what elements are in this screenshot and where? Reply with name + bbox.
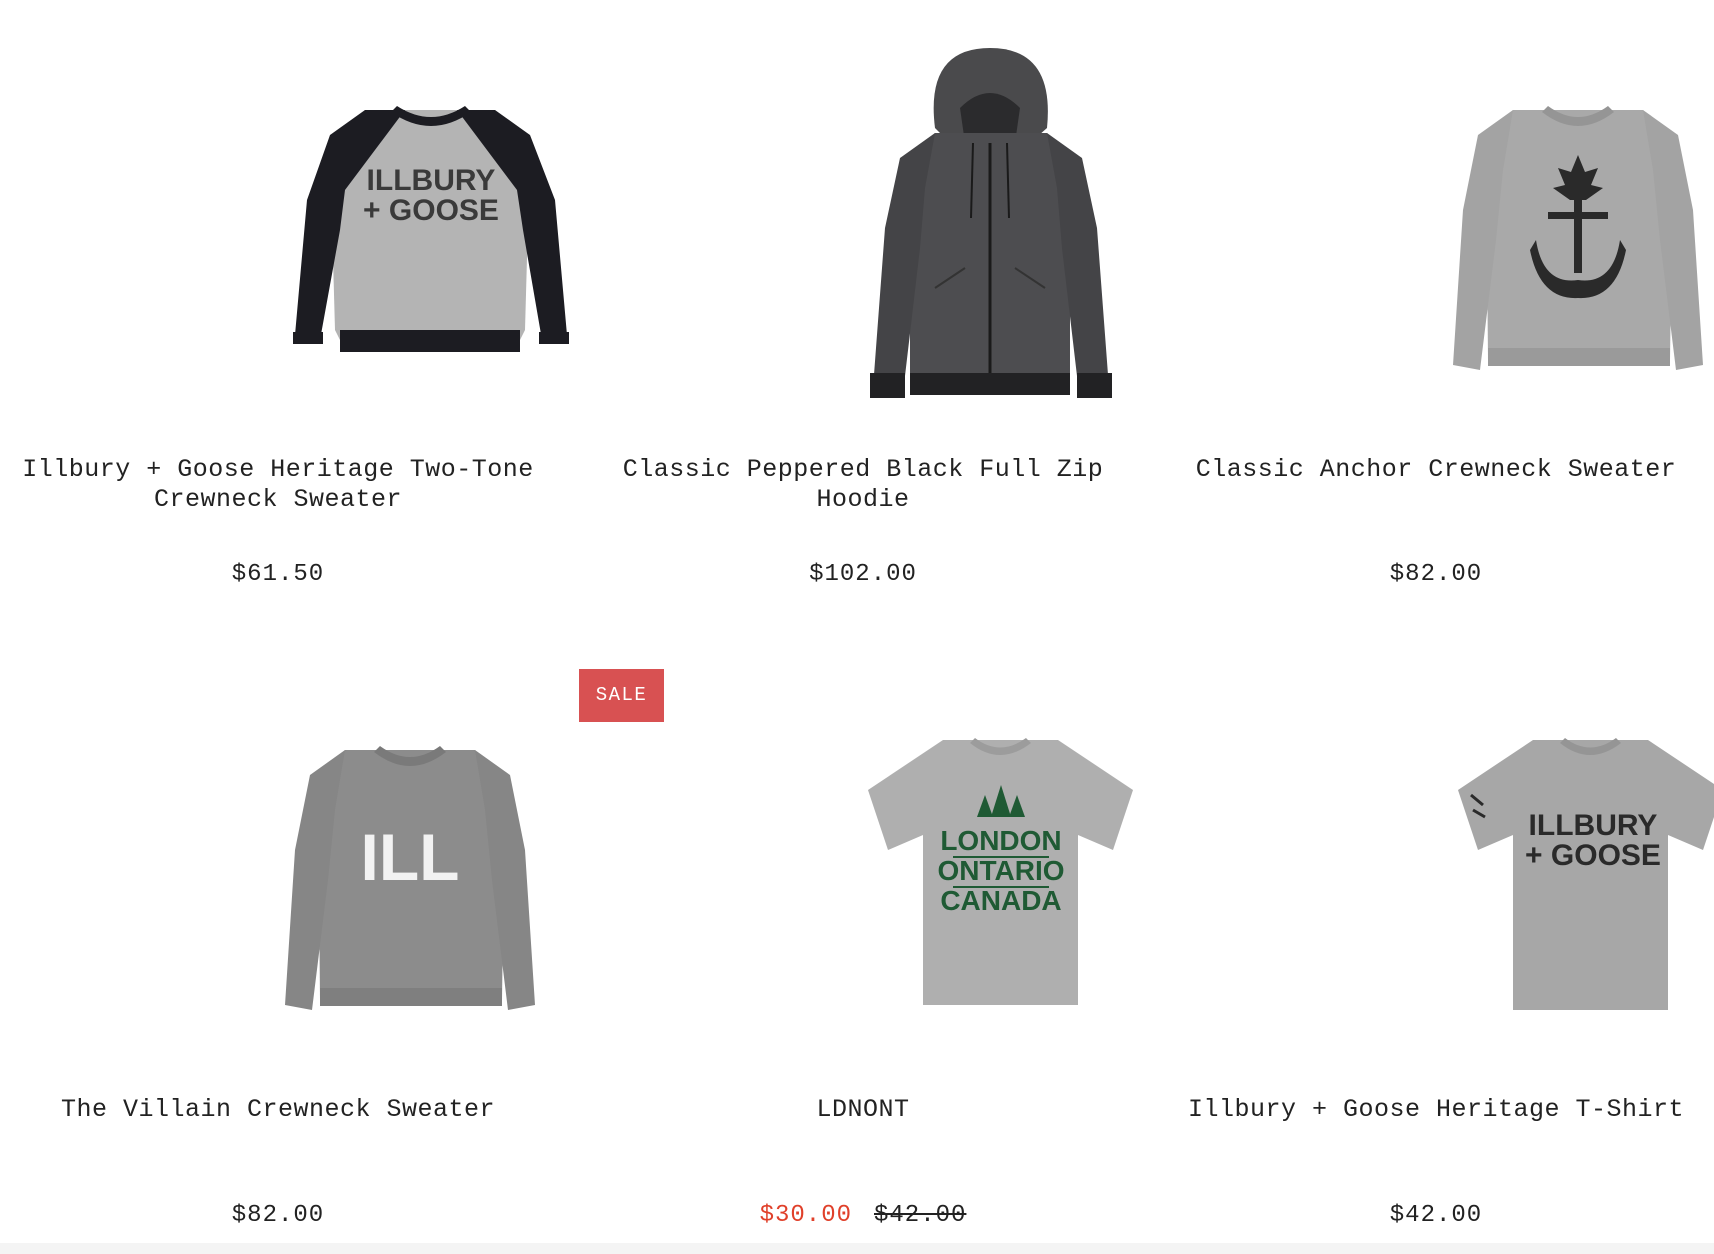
heritage-tshirt-icon: ILLBURY + GOOSE [1457, 738, 1714, 1010]
product-card[interactable]: ILLBURY + GOOSE Illbury + Goose Heritage… [0, 0, 569, 600]
product-card[interactable]: ILL The Villain Crewneck Sweater $82.00 [0, 640, 556, 1240]
print-line-1: ILLBURY [1528, 809, 1657, 842]
product-title[interactable]: LDNONT [585, 1095, 1141, 1125]
product-image[interactable] [740, 48, 1112, 408]
sale-price: $30.00 [759, 1202, 852, 1229]
anchor-sweater-icon [1453, 106, 1703, 370]
product-image[interactable]: ILLBURY + GOOSE [1315, 735, 1714, 1015]
product-image[interactable]: LONDON ONTARIO CANADA [725, 735, 1133, 1015]
product-title[interactable]: Illbury + Goose Heritage T-Shirt [1158, 1095, 1714, 1125]
zip-hoodie-icon [870, 48, 1112, 398]
product-image[interactable]: ILLBURY + GOOSE [140, 80, 569, 380]
product-card[interactable]: LONDON ONTARIO CANADA LDNONT $30.00 $42.0… [585, 640, 1141, 1240]
product-title[interactable]: Classic Peppered Black Full Zip Hoodie [605, 455, 1121, 515]
print-line-1: ILL [361, 820, 460, 894]
print-line-2: + GOOSE [363, 194, 499, 227]
product-image[interactable]: ILL [150, 740, 535, 1025]
product-card[interactable]: Classic Anchor Crewneck Sweater $82.00 [1158, 0, 1714, 600]
original-price: $42.00 [874, 1202, 967, 1229]
product-title[interactable]: Classic Anchor Crewneck Sweater [1158, 455, 1714, 485]
product-image[interactable] [1318, 100, 1703, 385]
page-bottom-edge [0, 1243, 1714, 1254]
product-price: $82.00 [1389, 561, 1483, 588]
print-line-3: CANADA [940, 885, 1061, 916]
product-card[interactable]: Classic Peppered Black Full Zip Hoodie $… [585, 0, 1141, 600]
print-line-1: ILLBURY [367, 164, 496, 197]
ill-sweater-icon: ILL [285, 746, 535, 1010]
product-card[interactable]: ILLBURY + GOOSE Illbury + Goose Heritage… [1158, 640, 1714, 1240]
product-price: $82.00 [231, 1202, 325, 1229]
product-price: $61.50 [231, 561, 325, 588]
print-line-1: LONDON [940, 825, 1061, 856]
product-price: $42.00 [1389, 1202, 1483, 1229]
price-group: $30.00 $42.00 [585, 1202, 1141, 1229]
print-line-2: ONTARIO [937, 855, 1064, 886]
two-tone-raglan-sweater-icon: ILLBURY + GOOSE [293, 106, 569, 352]
product-title[interactable]: The Villain Crewneck Sweater [0, 1095, 556, 1125]
product-price: $102.00 [809, 561, 917, 588]
product-title[interactable]: Illbury + Goose Heritage Two-Tone Crewne… [10, 455, 546, 515]
print-line-2: + GOOSE [1525, 839, 1661, 872]
london-ontario-tshirt-icon: LONDON ONTARIO CANADA [867, 738, 1133, 1005]
